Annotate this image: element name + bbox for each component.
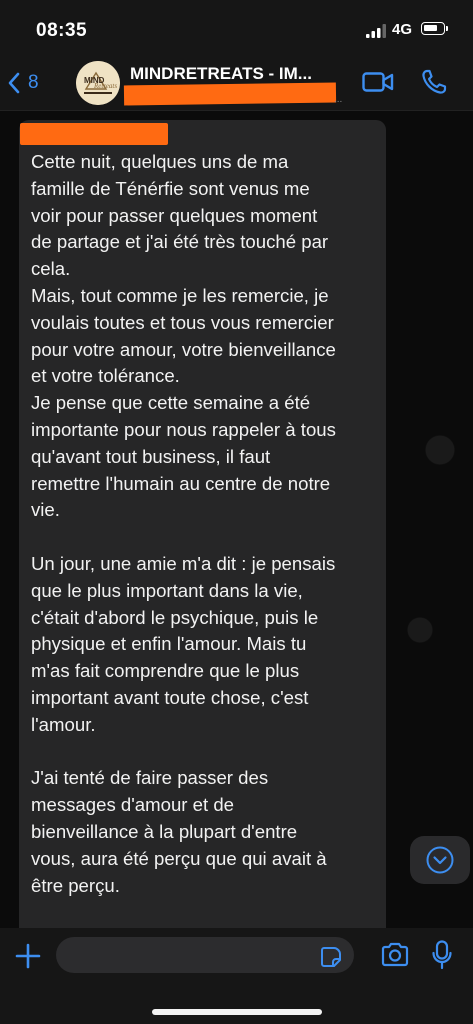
redacted-subtitle: [123, 82, 337, 106]
sticker-icon[interactable]: [320, 946, 342, 968]
battery-level: [424, 25, 437, 31]
group-avatar[interactable]: MIND Retreats: [76, 61, 120, 105]
message-input[interactable]: [56, 937, 354, 973]
plus-icon[interactable]: [14, 942, 42, 970]
chat-header: 8 MIND Retreats MINDRETREATS - IM... ...: [0, 56, 473, 111]
svg-text:Retreats: Retreats: [93, 82, 117, 90]
chat-title[interactable]: MINDRETREATS - IM...: [130, 64, 312, 84]
video-call-icon[interactable]: [362, 70, 394, 94]
microphone-icon[interactable]: [432, 940, 452, 970]
whatsapp-chat-screen: 08:35 4G 8 MIND Retreats MINDRETREATS - …: [0, 0, 473, 1024]
chevron-left-icon: [8, 72, 20, 94]
redacted-sender-name: [20, 123, 168, 145]
signal-strength-icon: [366, 24, 386, 38]
camera-icon[interactable]: [380, 942, 410, 968]
mindretreats-logo: MIND Retreats: [76, 61, 120, 105]
battery-icon: [421, 22, 448, 35]
phone-icon[interactable]: [420, 68, 448, 96]
scroll-to-bottom-button[interactable]: [410, 836, 470, 884]
home-indicator[interactable]: [152, 1009, 322, 1015]
chevron-down-icon: [426, 846, 454, 874]
back-button[interactable]: 8: [8, 68, 39, 98]
network-type: 4G: [392, 21, 413, 38]
message-text: Cette nuit, quelques uns de ma famille d…: [31, 151, 336, 896]
unread-count: 8: [28, 72, 39, 93]
subtitle-ellipsis: ...: [334, 94, 343, 105]
status-bar: 08:35 4G: [0, 0, 473, 56]
status-time: 08:35: [36, 20, 88, 41]
